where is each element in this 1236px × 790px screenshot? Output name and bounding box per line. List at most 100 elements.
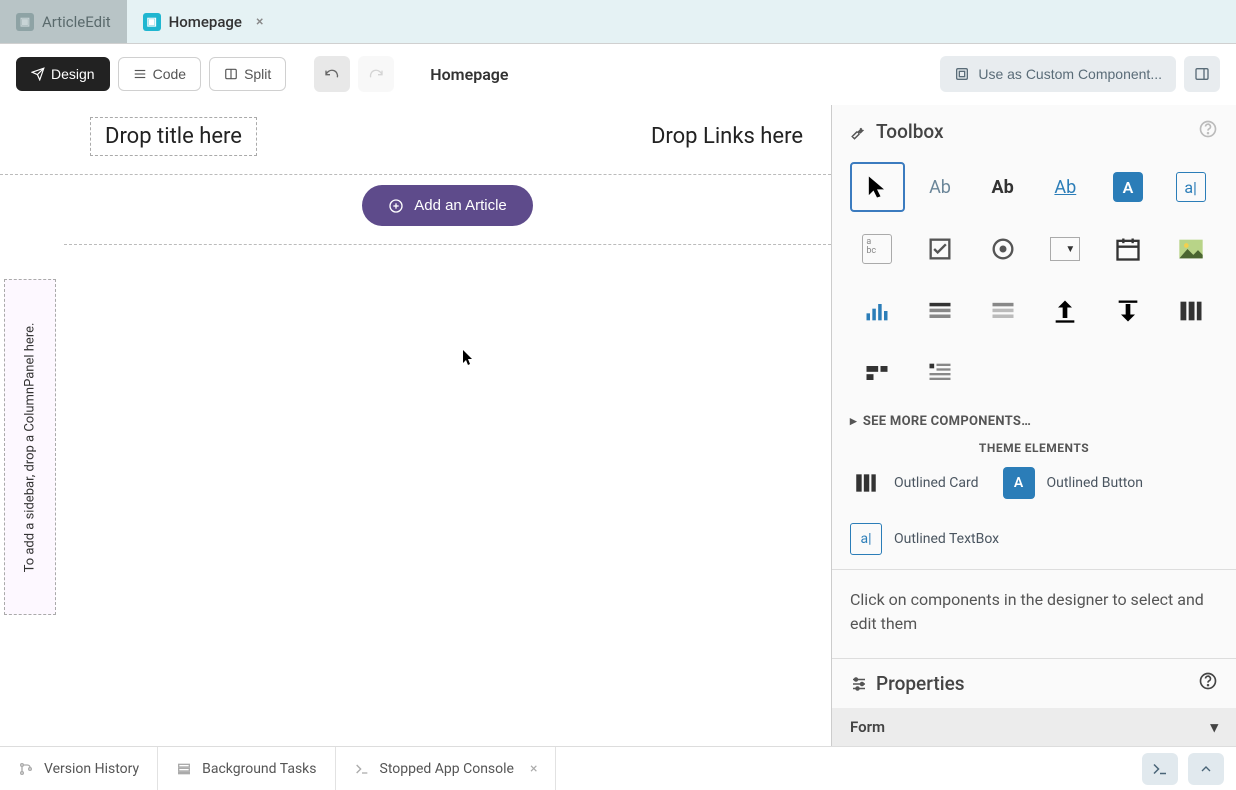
undo-button[interactable]: [314, 56, 350, 92]
paper-plane-icon: [31, 67, 45, 81]
help-icon[interactable]: [1198, 119, 1218, 144]
button-label: Split: [244, 66, 271, 82]
theme-outlined-button[interactable]: A Outlined Button: [1003, 467, 1143, 499]
toolbox-header: Toolbox: [832, 105, 1236, 158]
terminal-icon: [354, 761, 370, 777]
form-icon: ▣: [16, 13, 34, 31]
button-label: Code: [153, 66, 186, 82]
component-pointer[interactable]: [850, 162, 905, 212]
panel-toggle-button[interactable]: [1184, 56, 1220, 92]
button-label: Use as Custom Component...: [978, 66, 1162, 82]
card-icon: [850, 467, 882, 499]
designer-hint: Click on components in the designer to s…: [832, 570, 1236, 658]
chevron-right-icon: ▸: [850, 414, 857, 429]
tasks-icon: [176, 761, 192, 777]
component-link[interactable]: Ab: [1038, 162, 1093, 212]
footer-label: Version History: [44, 761, 139, 777]
component-columnpanel[interactable]: [1163, 286, 1218, 336]
see-more-components[interactable]: ▸ SEE MORE COMPONENTS…: [850, 408, 1218, 435]
button-label: Add an Article: [414, 197, 507, 214]
tab-label: ArticleEdit: [42, 13, 111, 31]
tab-homepage[interactable]: ▣ Homepage ×: [127, 0, 280, 43]
component-radio[interactable]: [975, 224, 1030, 274]
expand-button[interactable]: [1188, 753, 1224, 785]
component-image[interactable]: [1163, 224, 1218, 274]
sidebar-drop-hint[interactable]: To add a sidebar, drop a ColumnPanel her…: [4, 279, 56, 615]
canvas-header-row: Drop title here Drop Links here: [0, 105, 831, 175]
component-icon: [954, 66, 970, 82]
component-grid: Ab Ab Ab A a| abc ▼: [850, 162, 1218, 398]
theme-outlined-card[interactable]: Outlined Card: [850, 467, 979, 499]
right-panel: Toolbox Ab Ab Ab A a| abc ▼: [832, 105, 1236, 746]
component-textbox[interactable]: a|: [1163, 162, 1218, 212]
add-article-button[interactable]: Add an Article: [362, 185, 533, 226]
component-label-bold[interactable]: Ab: [975, 162, 1030, 212]
component-richtext[interactable]: [913, 348, 968, 398]
form-icon: ▣: [143, 13, 161, 31]
version-history-tab[interactable]: Version History: [0, 747, 158, 790]
wrench-icon: [850, 123, 868, 141]
footer-label: Background Tasks: [202, 761, 316, 777]
component-checkbox[interactable]: [913, 224, 968, 274]
branch-icon: [18, 761, 34, 777]
theme-elements-heading: THEME ELEMENTS: [850, 441, 1218, 455]
design-canvas[interactable]: Drop title here Drop Links here Add an A…: [0, 105, 832, 746]
component-repeating-panel[interactable]: [975, 286, 1030, 336]
menu-icon: [133, 67, 147, 81]
close-icon[interactable]: ×: [256, 14, 263, 30]
chevron-up-icon: [1198, 761, 1214, 777]
tabs-bar: ▣ ArticleEdit ▣ Homepage ×: [0, 0, 1236, 44]
page-title: Homepage: [430, 65, 508, 84]
properties-section-form[interactable]: Form ▾: [832, 708, 1236, 746]
sliders-icon: [850, 675, 868, 693]
theme-item-label: Outlined Card: [894, 475, 979, 491]
plus-circle-icon: [388, 198, 404, 214]
footer-bar: Version History Background Tasks Stopped…: [0, 746, 1236, 790]
section-title: Properties: [876, 672, 965, 695]
drop-title-placeholder[interactable]: Drop title here: [90, 117, 257, 156]
tab-articleedit[interactable]: ▣ ArticleEdit: [0, 0, 127, 43]
close-icon[interactable]: ×: [530, 761, 537, 777]
chevron-down-icon: ▾: [1210, 718, 1218, 736]
custom-component-button[interactable]: Use as Custom Component...: [940, 56, 1176, 92]
history-buttons: [314, 56, 394, 92]
background-tasks-tab[interactable]: Background Tasks: [158, 747, 335, 790]
app-console-tab[interactable]: Stopped App Console ×: [336, 747, 557, 790]
split-button[interactable]: Split: [209, 57, 286, 91]
sidebar-icon: [1194, 66, 1210, 82]
theme-outlined-textbox[interactable]: a| Outlined TextBox: [850, 523, 999, 555]
component-flowpanel[interactable]: [850, 348, 905, 398]
section-label: Form: [850, 718, 885, 736]
component-datagrid[interactable]: [913, 286, 968, 336]
see-more-label: SEE MORE COMPONENTS…: [863, 414, 1031, 429]
console-button[interactable]: [1142, 753, 1178, 785]
component-textarea[interactable]: abc: [850, 224, 905, 274]
properties-header[interactable]: Properties: [832, 658, 1236, 708]
tab-label: Homepage: [169, 13, 242, 31]
component-plot[interactable]: [850, 286, 905, 336]
section-title: Toolbox: [876, 120, 944, 143]
drop-links-placeholder[interactable]: Drop Links here: [651, 124, 803, 149]
split-icon: [224, 67, 238, 81]
cursor-icon: [463, 350, 475, 370]
textbox-icon: a|: [850, 523, 882, 555]
footer-label: Stopped App Console: [380, 761, 514, 777]
toolbar: Design Code Split Homepage Use as Cus: [0, 44, 1236, 105]
design-button[interactable]: Design: [16, 57, 110, 91]
button-label: Design: [51, 66, 95, 82]
redo-button[interactable]: [358, 56, 394, 92]
canvas-button-row: Add an Article: [64, 175, 831, 245]
help-icon[interactable]: [1198, 671, 1218, 696]
component-label[interactable]: Ab: [913, 162, 968, 212]
theme-item-label: Outlined Button: [1047, 475, 1143, 491]
undo-icon: [324, 66, 340, 82]
hint-text: To add a sidebar, drop a ColumnPanel her…: [23, 322, 38, 572]
terminal-icon: [1151, 760, 1169, 778]
component-download[interactable]: [1101, 286, 1156, 336]
component-datepicker[interactable]: [1101, 224, 1156, 274]
code-button[interactable]: Code: [118, 57, 201, 91]
toolbox-body: Ab Ab Ab A a| abc ▼: [832, 158, 1236, 570]
component-dropdown[interactable]: ▼: [1038, 224, 1093, 274]
component-button[interactable]: A: [1101, 162, 1156, 212]
component-fileloader[interactable]: [1038, 286, 1093, 336]
